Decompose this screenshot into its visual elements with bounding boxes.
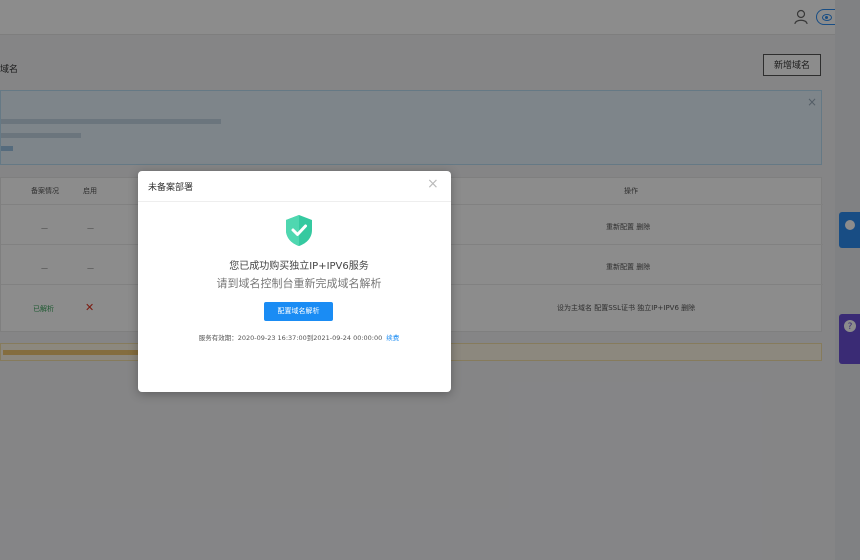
- close-icon[interactable]: ×: [427, 176, 439, 192]
- service-validity: 服务有效期：2020-09-23 16:37:00到2021-09-24 00:…: [138, 332, 460, 342]
- deploy-modal: 未备案部署 × 您已成功购买独立IP+IPV6服务 请到域名控制台重新完成域名解…: [138, 171, 451, 392]
- renew-link[interactable]: 续费: [386, 334, 399, 342]
- validity-text: 服务有效期：2020-09-23 16:37:00到2021-09-24 00:…: [198, 334, 383, 342]
- configure-dns-button[interactable]: 配置域名解析: [264, 302, 333, 321]
- shield-check-icon: [286, 215, 312, 246]
- divider: [138, 201, 451, 202]
- success-message: 您已成功购买独立IP+IPV6服务: [229, 261, 369, 272]
- modal-title: 未备案部署: [148, 183, 194, 193]
- instruction-message: 请到域名控制台重新完成域名解析: [216, 277, 382, 290]
